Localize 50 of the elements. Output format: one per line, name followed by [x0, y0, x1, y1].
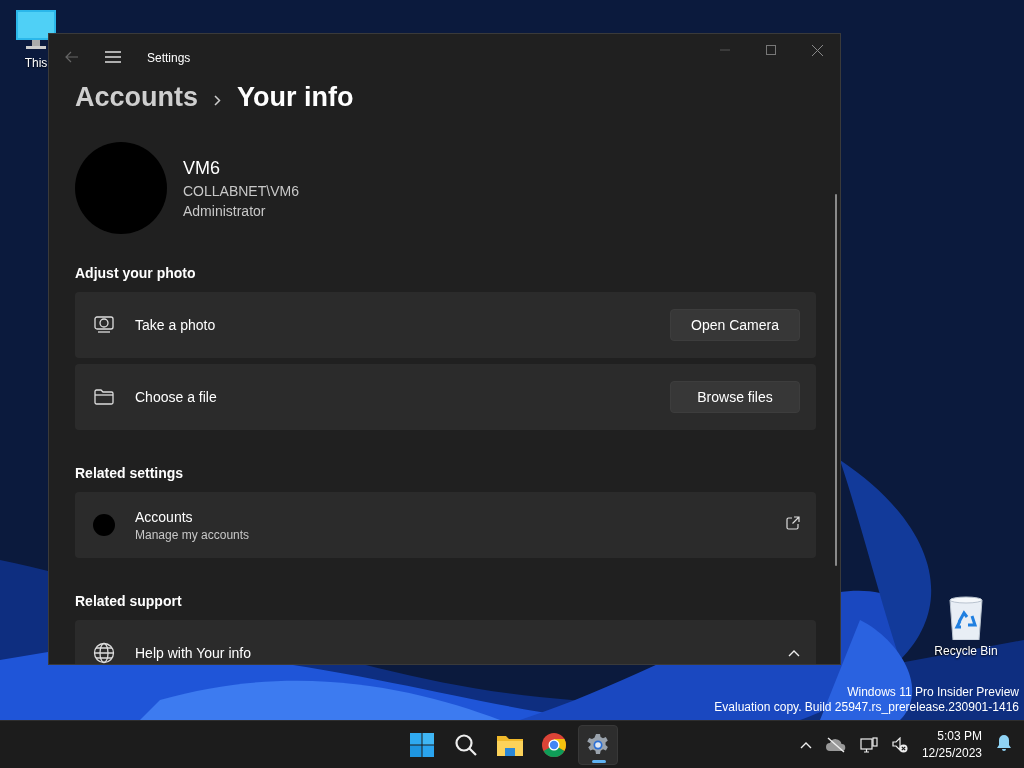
search-icon[interactable] [454, 732, 478, 757]
recycle-bin-icon[interactable] [948, 596, 984, 640]
edition-text: Evaluation copy. Build 25947.rs_prerelease.230901-1416 [714, 700, 1019, 714]
section-heading: Related support [75, 592, 183, 611]
action-button[interactable]: Open Camera [670, 309, 800, 341]
action-button[interactable]: Browse files [670, 381, 800, 413]
account-name: COLLABNET\VM6 [183, 182, 299, 199]
breadcrumb-link[interactable]: Accounts [75, 82, 199, 113]
start-icon[interactable] [410, 732, 434, 757]
user-name: VM6 [183, 157, 221, 179]
speaker-muted-icon[interactable] [891, 736, 908, 753]
section-heading: Related settings [75, 464, 185, 483]
window-title: Settings [147, 51, 191, 65]
edition-text: Windows 11 Pro Insider Preview [847, 685, 1019, 699]
account-role: Administrator [183, 202, 267, 219]
globe-icon [93, 642, 115, 664]
chevron-icon[interactable] [788, 649, 800, 658]
close-icon[interactable] [811, 44, 823, 56]
bell-icon[interactable] [996, 734, 1012, 751]
chevron-right-icon [214, 95, 222, 106]
desktop-icon-label: This [24, 56, 48, 70]
menu-icon[interactable] [105, 51, 121, 63]
setting-label: Take a photo [135, 317, 217, 333]
desktop-icon-label: Recycle Bin [934, 644, 998, 658]
chevron-up-icon[interactable] [799, 740, 812, 749]
account-avatar-icon [93, 513, 115, 537]
monitor-icon[interactable] [14, 10, 58, 52]
gear-icon[interactable] [586, 732, 610, 757]
scrollbar[interactable] [835, 194, 837, 566]
maximize-icon[interactable] [766, 45, 776, 55]
browser-icon[interactable] [542, 732, 566, 757]
cloud-off-icon[interactable] [825, 736, 846, 753]
setting-link[interactable]: Help with Your info [75, 620, 816, 664]
setting-label: Accounts [135, 508, 194, 525]
page-title: Your info [237, 82, 354, 113]
section-heading: Adjust your photo [75, 264, 197, 283]
folder-icon[interactable] [497, 733, 523, 756]
setting-link[interactable]: Accounts Manage my accounts [75, 492, 816, 558]
setting-label: Choose a file [135, 389, 218, 405]
active-indicator [592, 759, 606, 763]
back-arrow-icon[interactable] [65, 51, 79, 63]
setting-description: Manage my accounts [135, 527, 251, 542]
camera-icon [94, 316, 114, 334]
external-link-icon [786, 516, 800, 530]
folder-icon [94, 389, 114, 405]
setting-label: Help with Your info [135, 645, 252, 661]
clock-time: 5:03 PM [937, 729, 982, 743]
network-icon[interactable] [859, 736, 878, 753]
clock-date: 12/25/2023 [921, 746, 982, 760]
taskbar-button[interactable] [578, 724, 618, 765]
